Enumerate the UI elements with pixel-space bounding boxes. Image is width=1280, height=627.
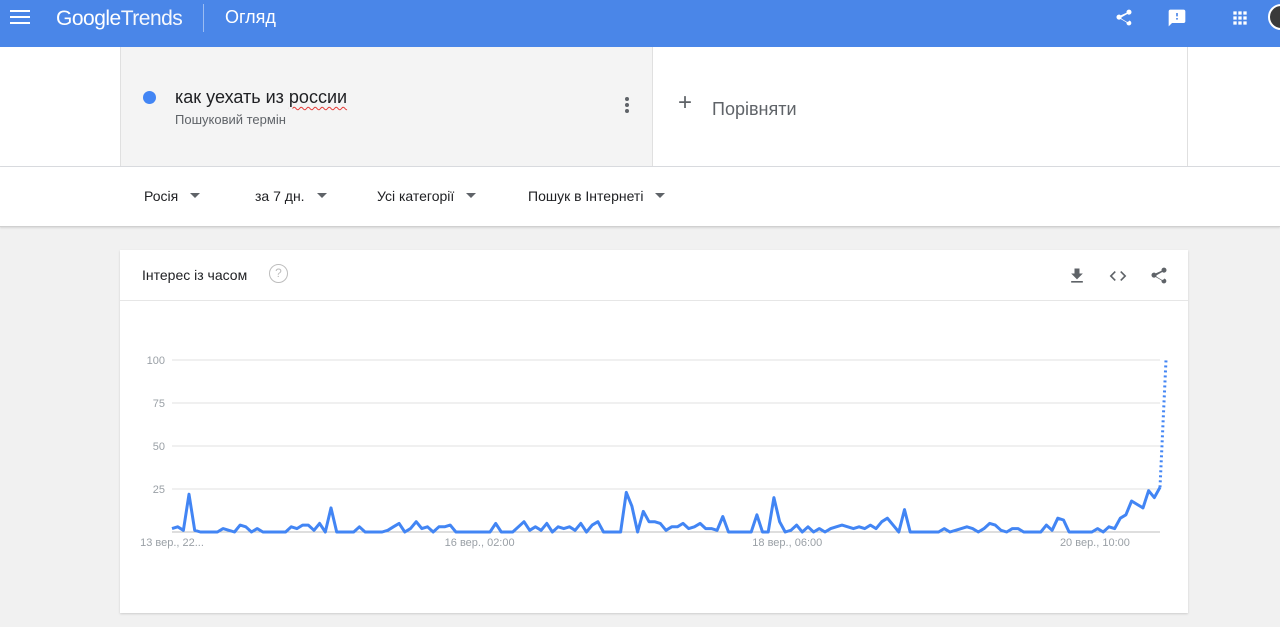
interest-over-time-card: Інтерес із часом ? 100 75 50 25 13 вер., 22…: [120, 250, 1188, 613]
term-color-dot: [143, 91, 156, 104]
category-filter-label: Усі категорії: [377, 188, 455, 204]
time-range-filter-label: за 7 дн.: [255, 188, 305, 204]
chart-x-ticks: 13 вер., 22... 16 вер., 02:00 18 вер., 06:…: [140, 537, 1130, 549]
avatar[interactable]: [1268, 4, 1280, 30]
embed-icon[interactable]: [1108, 266, 1128, 286]
y-tick-label: 100: [147, 355, 165, 367]
help-icon[interactable]: ?: [269, 264, 288, 283]
card-header: Інтерес із часом ?: [120, 250, 1188, 301]
category-filter[interactable]: Усі категорії: [377, 188, 477, 204]
region-filter-label: Росія: [144, 188, 179, 204]
google-trends-logo[interactable]: GoogleTrends: [56, 7, 183, 31]
compare-button[interactable]: + Порівняти: [654, 47, 1188, 166]
plus-icon: +: [678, 89, 693, 116]
logo-google-text: Google: [56, 7, 121, 30]
header-divider: [203, 4, 204, 32]
chart-grid: [172, 359, 1160, 533]
x-tick-label: 18 вер., 06:00: [752, 537, 822, 549]
search-term-text[interactable]: как уехать из россии: [175, 87, 347, 108]
more-vert-icon[interactable]: [624, 97, 630, 115]
time-range-filter[interactable]: за 7 дн.: [255, 188, 327, 204]
x-tick-label: 20 вер., 10:00: [1060, 537, 1130, 549]
share-icon[interactable]: [1149, 266, 1169, 286]
dropdown-arrow-icon: [466, 192, 477, 198]
share-icon[interactable]: [1114, 8, 1134, 28]
y-tick-label: 25: [153, 484, 165, 496]
series-line: [171, 486, 1162, 534]
menu-icon[interactable]: [10, 10, 30, 26]
chart-y-ticks: 100 75 50 25: [147, 355, 165, 496]
x-tick-label: 16 вер., 02:00: [445, 537, 515, 549]
dropdown-arrow-icon: [316, 192, 327, 198]
search-term-type: Пошуковий термін: [175, 112, 286, 127]
term-text-misspelled: россии: [288, 87, 348, 107]
card-title: Інтерес із часом: [142, 267, 248, 283]
region-filter[interactable]: Росія: [144, 188, 201, 204]
download-icon[interactable]: [1067, 266, 1087, 286]
top-app-bar: GoogleTrends Огляд: [0, 0, 1280, 47]
feedback-icon[interactable]: [1167, 8, 1187, 28]
search-type-filter[interactable]: Пошук в Інтернеті: [528, 188, 666, 204]
y-tick-label: 75: [153, 398, 165, 410]
term-text-part: как уехать из: [175, 87, 289, 107]
series-partial-data-line: [1158, 359, 1168, 488]
dropdown-arrow-icon: [190, 192, 201, 198]
search-term-card[interactable]: как уехать из россии Пошуковий термін: [120, 47, 653, 166]
compare-label: Порівняти: [712, 99, 797, 119]
page-title: Огляд: [225, 7, 276, 27]
filter-bar: Росія за 7 дн. Усі категорії Пошук в Інт…: [0, 167, 1280, 227]
dropdown-arrow-icon: [655, 192, 666, 198]
y-tick-label: 50: [153, 441, 165, 453]
interest-chart: 100 75 50 25 13 вер., 22... 16 вер., 02:00 18…: [140, 355, 1168, 549]
x-tick-label: 13 вер., 22...: [140, 537, 204, 549]
search-type-filter-label: Пошук в Інтернеті: [528, 188, 644, 204]
logo-trends-text: Trends: [120, 7, 183, 30]
apps-icon[interactable]: [1230, 8, 1250, 28]
term-row: как уехать из россии Пошуковий термін + …: [0, 47, 1280, 167]
